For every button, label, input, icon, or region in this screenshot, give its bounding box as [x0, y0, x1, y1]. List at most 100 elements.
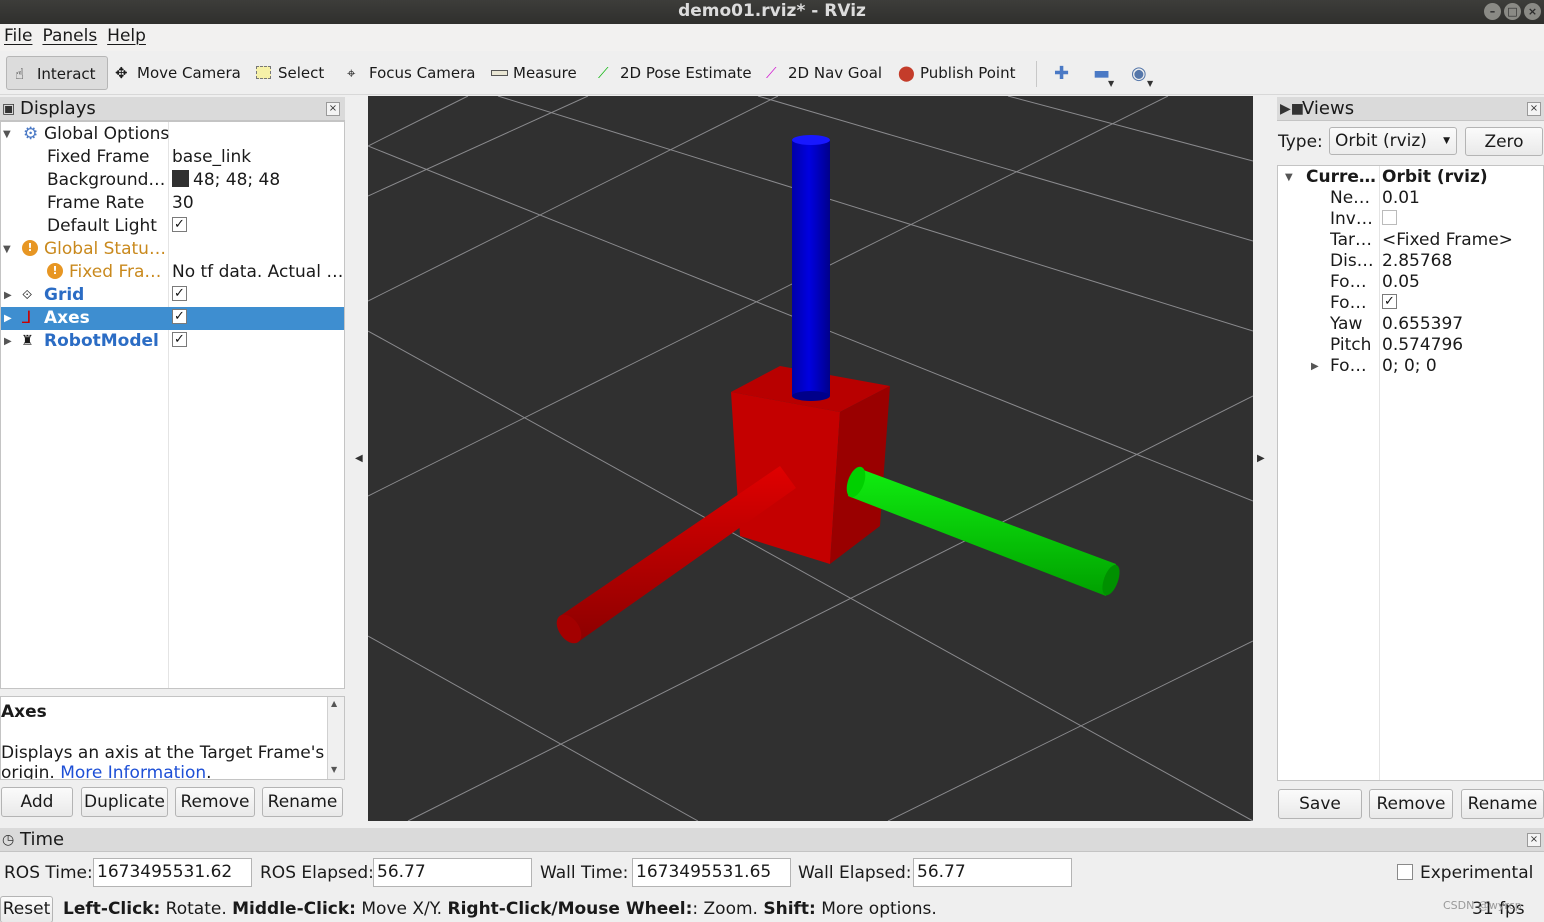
chevron-down-icon[interactable]: ▼: [1108, 79, 1114, 88]
expand-arrow-icon[interactable]: ▼: [3, 238, 11, 261]
expand-arrow-icon[interactable]: ▼: [3, 123, 11, 146]
tree-row-background[interactable]: Background… 48; 48; 48: [1, 169, 344, 192]
view-row-focal-size[interactable]: Fo… 0.05: [1278, 272, 1543, 293]
property-value[interactable]: 0; 0; 0: [1382, 356, 1437, 377]
ros-elapsed-field[interactable]: 56.77: [373, 858, 532, 887]
tool-measure[interactable]: Measure: [483, 56, 577, 90]
ros-time-label: ROS Time:: [4, 863, 93, 883]
view-row-pitch[interactable]: Pitch 0.574796: [1278, 335, 1543, 356]
tree-row-default-light[interactable]: Default Light ✓: [1, 215, 344, 238]
view-row-current[interactable]: ▼ Curre… Orbit (rviz): [1278, 167, 1543, 188]
property-value[interactable]: 2.85768: [1382, 251, 1452, 272]
view-type-select[interactable]: Orbit (rviz) ▼: [1329, 127, 1457, 155]
close-icon[interactable]: ×: [1527, 833, 1541, 847]
property-value: ✓: [172, 215, 344, 238]
tree-row-fixed-frame[interactable]: Fixed Frame base_link: [1, 146, 344, 169]
view-row-focal-point[interactable]: ▶ Fo… 0; 0; 0: [1278, 356, 1543, 377]
wall-elapsed-field[interactable]: 56.77: [913, 858, 1072, 887]
remove-display-button[interactable]: Remove: [175, 787, 255, 817]
duplicate-button[interactable]: Duplicate: [81, 787, 168, 817]
expand-arrow-icon[interactable]: ▶: [4, 307, 12, 330]
remove-view-button[interactable]: Remove: [1369, 789, 1453, 819]
expand-arrow-icon[interactable]: ▶: [4, 330, 12, 353]
default-light-checkbox[interactable]: ✓: [172, 217, 187, 232]
color-swatch[interactable]: [172, 170, 189, 187]
maximize-icon[interactable]: □: [1504, 3, 1521, 20]
tool-2d-pose-estimate[interactable]: ⟋ 2D Pose Estimate: [590, 56, 752, 90]
view-row-target[interactable]: Tar… <Fixed Frame>: [1278, 230, 1543, 251]
zero-button[interactable]: Zero: [1465, 127, 1543, 156]
property-value[interactable]: 0.655397: [1382, 314, 1463, 335]
tree-row-frame-rate[interactable]: Frame Rate 30: [1, 192, 344, 215]
rename-display-button[interactable]: Rename: [262, 787, 343, 817]
chevron-down-icon[interactable]: ▼: [1147, 79, 1153, 88]
description-scrollbar[interactable]: ▲ ▼: [327, 697, 344, 779]
add-button[interactable]: Add: [1, 787, 73, 817]
scene-svg[interactable]: [368, 96, 1253, 821]
focal-shape-checkbox[interactable]: ✓: [1382, 294, 1397, 309]
scroll-up-icon[interactable]: ▲: [331, 699, 337, 708]
menu-file[interactable]: File: [0, 24, 36, 46]
collapse-left-icon[interactable]: ◀: [355, 453, 363, 464]
tree-row-robotmodel[interactable]: ▶ ♜ RobotModel ✓: [1, 330, 344, 353]
property-value: ✓: [172, 330, 344, 353]
rviz-window: demo01.rviz* - RViz – □ × File Panels Help…: [0, 0, 1544, 922]
save-view-button[interactable]: Save: [1278, 789, 1362, 819]
expand-arrow-icon[interactable]: ▶: [1311, 356, 1319, 377]
current-view-value: Orbit (rviz): [1382, 167, 1488, 187]
views-panel-header: ▶■ Views ×: [1277, 97, 1544, 121]
reset-button[interactable]: Reset: [0, 896, 53, 922]
view-row-distance[interactable]: Dis… 2.85768: [1278, 251, 1543, 272]
more-information-link[interactable]: More Information: [60, 763, 206, 779]
robotmodel-checkbox[interactable]: ✓: [172, 332, 187, 347]
collapse-right-icon[interactable]: ▶: [1257, 453, 1265, 464]
hand-icon: ☝: [15, 65, 25, 83]
experimental-checkbox[interactable]: [1397, 864, 1413, 880]
menu-help[interactable]: Help: [103, 24, 150, 46]
view-row-focal-shape[interactable]: Fo… ✓: [1278, 293, 1543, 314]
view-row-yaw[interactable]: Yaw 0.655397: [1278, 314, 1543, 335]
tree-row-status-fixed-frame[interactable]: ! Fixed Fra… No tf data. Actual …: [1, 261, 344, 284]
tool-select[interactable]: Select: [248, 56, 324, 90]
property-value[interactable]: 48; 48; 48: [172, 169, 344, 192]
add-tool-icon[interactable]: ✚: [1054, 63, 1069, 84]
property-value: ✓: [172, 307, 344, 330]
robot-icon: ♜: [21, 333, 34, 349]
tree-row-global-options[interactable]: ▼ ⚙ Global Options: [1, 123, 344, 146]
close-icon[interactable]: ×: [326, 102, 340, 116]
eye-icon[interactable]: ◉: [1131, 63, 1147, 84]
tool-focus-camera[interactable]: ⌖ Focus Camera: [339, 56, 475, 90]
minimize-icon[interactable]: –: [1484, 3, 1501, 20]
tree-row-axes[interactable]: ▶ ⅃ Axes ✓: [1, 307, 344, 330]
tool-publish-point[interactable]: ⬤ Publish Point: [890, 56, 1015, 90]
close-icon[interactable]: ×: [1527, 102, 1541, 116]
close-icon[interactable]: ×: [1524, 3, 1541, 20]
tool-move-camera[interactable]: ✥ Move Camera: [107, 56, 241, 90]
warning-icon: !: [22, 238, 38, 261]
invert-checkbox[interactable]: [1382, 210, 1397, 225]
expand-arrow-icon[interactable]: ▶: [4, 284, 12, 307]
view-row-near-clip[interactable]: Ne… 0.01: [1278, 188, 1543, 209]
tree-row-grid[interactable]: ▶ ⟐ Grid ✓: [1, 284, 344, 307]
property-value[interactable]: base_link: [172, 146, 344, 169]
property-value[interactable]: 30: [172, 192, 344, 215]
property-value[interactable]: 0.01: [1382, 188, 1420, 209]
tool-interact[interactable]: ☝ Interact: [6, 56, 108, 90]
tool-2d-nav-goal[interactable]: ⟋ 2D Nav Goal: [758, 56, 882, 90]
axes-checkbox[interactable]: ✓: [172, 309, 187, 324]
expand-arrow-icon[interactable]: ▼: [1285, 167, 1293, 188]
property-value[interactable]: 0.574796: [1382, 335, 1463, 356]
grid-checkbox[interactable]: ✓: [172, 286, 187, 301]
view-row-invert[interactable]: Inv…: [1278, 209, 1543, 230]
ros-time-field[interactable]: 1673495531.62: [93, 858, 252, 887]
property-value[interactable]: 0.05: [1382, 272, 1420, 293]
property-value[interactable]: <Fixed Frame>: [1382, 230, 1513, 251]
render-viewport[interactable]: [368, 96, 1253, 821]
move-camera-icon: ✥: [115, 64, 128, 82]
menu-panels[interactable]: Panels: [38, 24, 101, 46]
scroll-down-icon[interactable]: ▼: [331, 765, 337, 774]
wall-time-field[interactable]: 1673495531.65: [632, 858, 791, 887]
rename-view-button[interactable]: Rename: [1461, 789, 1544, 819]
tree-row-global-status[interactable]: ▼ ! Global Statu…: [1, 238, 344, 261]
tree-label: Global Statu…: [44, 239, 166, 259]
